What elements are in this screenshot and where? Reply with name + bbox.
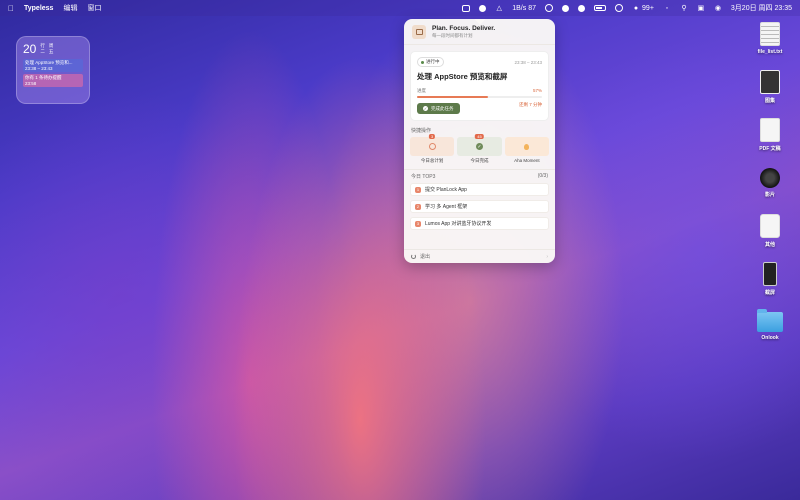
status-badge: 进行中 — [417, 57, 444, 67]
progress-bar — [417, 96, 542, 98]
rank-badge: 3 — [415, 220, 421, 227]
calendar-weekday-2: 周 五 — [48, 43, 54, 54]
quick-action-label: 今日总计划 — [420, 158, 444, 163]
screenshot-icon — [763, 262, 777, 286]
desktop-movies[interactable]: 影片 — [750, 168, 790, 198]
progress-percent: 57% — [532, 88, 542, 93]
rank-badge: 2 — [415, 203, 421, 210]
popover-footer: 退出 › — [404, 249, 555, 263]
mic-icon[interactable]: ◦ — [663, 4, 671, 12]
progress-label: 进度 — [417, 88, 426, 93]
wechat-notification[interactable]: ● 99+ — [632, 4, 654, 12]
menu-app-name[interactable]: Typeless — [24, 5, 53, 12]
quick-action-today-done[interactable]: 45 ✓ 今日完成 — [457, 134, 502, 164]
target-icon — [428, 143, 436, 150]
popover-header: Plan. Focus. Deliver. 每一段时间都有计划 — [404, 19, 555, 45]
count-badge: 45 — [475, 134, 484, 139]
desktop-other[interactable]: 其他 — [750, 214, 790, 248]
calendar-event-time: 23:38 – 23:43 — [25, 65, 53, 71]
calendar-day: 20 — [23, 42, 37, 56]
play-icon[interactable] — [615, 4, 624, 12]
text-file-icon — [760, 22, 780, 46]
top3-title: 今日 TOP3 — [411, 174, 436, 180]
count-badge: 3 — [429, 134, 436, 139]
desktop-icon-label: Onlook — [761, 335, 779, 341]
menu-datetime[interactable]: 3月20日 周四 23:35 — [731, 3, 792, 13]
folder-icon — [757, 309, 783, 332]
desktop-images[interactable]: 图集 — [750, 70, 790, 104]
quick-action-aha-moment[interactable]: Aha Moment — [504, 137, 549, 164]
app-status-icon[interactable] — [562, 4, 570, 12]
planlock-popover: Plan. Focus. Deliver. 每一段时间都有计划 进行中 23:3… — [404, 19, 555, 263]
calendar-event-time: 23:58 — [25, 80, 37, 86]
current-task-card[interactable]: 进行中 23:38 – 23:43 处理 AppStore 预览和截屏 进度 5… — [410, 51, 549, 121]
task-time: 23:38 – 23:43 — [514, 59, 542, 65]
desktop-icon-label: 影片 — [764, 192, 775, 198]
bluetooth-icon[interactable] — [578, 4, 586, 12]
list-item-text: Lumos App 对讲蓝牙协议开发 — [425, 221, 492, 227]
complete-task-button[interactable]: ✓ 完成此任务 — [417, 103, 460, 114]
desktop-onlook-folder[interactable]: Onlook — [750, 309, 790, 341]
task-title: 处理 AppStore 预览和截屏 — [417, 72, 508, 81]
film-icon — [760, 168, 780, 188]
search-icon[interactable]: ⚲ — [680, 4, 688, 12]
apple-icon[interactable]:  — [8, 4, 14, 13]
top3-list: 1 提交 PlanLock App 2 学习 多 Agent 框架 3 Lumo… — [404, 183, 555, 230]
status-dot-icon — [421, 60, 424, 64]
check-icon: ✓ — [475, 143, 483, 150]
bulb-icon — [524, 143, 530, 150]
network-speed[interactable]: 1B/s 87 — [512, 5, 536, 12]
power-icon — [411, 254, 416, 259]
calendar-weekday: 行 二 — [40, 43, 45, 54]
chevron-right-icon[interactable]: › — [546, 254, 548, 260]
menu-bar:  Typeless 编辑 窗口 △ 1B/s87 ● 99+ ◦ ⚲ ▣ ◉ … — [0, 0, 800, 16]
desktop-icon-label: 截屏 — [764, 290, 775, 296]
quit-button[interactable]: 退出 — [420, 253, 430, 260]
calendar-widget[interactable]: 20 行 二 周 五 处理 AppStore 预览和... 23:38 – 23… — [16, 36, 90, 104]
top3-header: 今日 TOP3 (0/3) — [404, 170, 555, 183]
menu-edit[interactable]: 编辑 — [63, 3, 77, 13]
quick-action-label: 今日完成 — [470, 158, 489, 163]
pdf-icon — [760, 118, 780, 142]
desktop-screenshots[interactable]: 截屏 — [750, 262, 790, 296]
desktop-pdfs[interactable]: PDF 文稿 — [750, 118, 790, 152]
calendar-event[interactable]: 处理 AppStore 预览和... 23:38 – 23:43 — [23, 59, 83, 72]
wifi-icon[interactable]: △ — [495, 4, 503, 12]
rank-badge: 1 — [415, 186, 421, 193]
control-center-icon[interactable]: ▣ — [697, 4, 705, 12]
battery-icon[interactable] — [594, 5, 607, 11]
quick-action-today-plan[interactable]: 3 今日总计划 — [410, 134, 455, 164]
list-item[interactable]: 3 Lumos App 对讲蓝牙协议开发 — [410, 217, 549, 230]
list-item-text: 提交 PlanLock App — [425, 187, 467, 193]
list-item-text: 学习 多 Agent 框架 — [425, 204, 468, 210]
record-icon[interactable] — [479, 4, 487, 12]
list-item[interactable]: 2 学习 多 Agent 框架 — [410, 200, 549, 213]
calendar-event-title: 处理 AppStore 预览和... — [25, 60, 73, 65]
popover-subtitle: 每一段时间都有计划 — [432, 32, 473, 38]
clock-icon[interactable] — [545, 4, 554, 12]
progress-fill — [417, 96, 489, 98]
quick-actions: 3 今日总计划 45 ✓ 今日完成 Aha Moment — [404, 134, 555, 164]
desktop-icon-label: 图集 — [764, 98, 775, 104]
desktop-file-list[interactable]: file_list.txt — [750, 22, 790, 55]
wechat-icon: ● — [633, 4, 639, 12]
planlock-status-icon[interactable] — [462, 4, 471, 12]
app-logo-icon — [412, 24, 426, 39]
image-stack-icon — [760, 70, 780, 94]
desktop-icon-label: file_list.txt — [757, 49, 783, 55]
menu-window[interactable]: 窗口 — [87, 3, 101, 13]
quick-action-label: Aha Moment — [514, 158, 540, 163]
desktop-icon-label: PDF 文稿 — [759, 146, 781, 152]
quick-actions-title: 快捷操作 — [411, 128, 432, 134]
list-item[interactable]: 1 提交 PlanLock App — [410, 183, 549, 196]
top3-count: (0/3) — [537, 173, 548, 179]
popover-title: Plan. Focus. Deliver. — [432, 24, 496, 32]
check-icon: ✓ — [423, 106, 428, 111]
other-file-icon — [760, 214, 780, 238]
siri-icon[interactable]: ◉ — [714, 4, 722, 12]
desktop-icon-label: 其他 — [764, 242, 775, 248]
calendar-event[interactable]: 你有 1 条待办提醒 23:58 — [23, 74, 83, 87]
